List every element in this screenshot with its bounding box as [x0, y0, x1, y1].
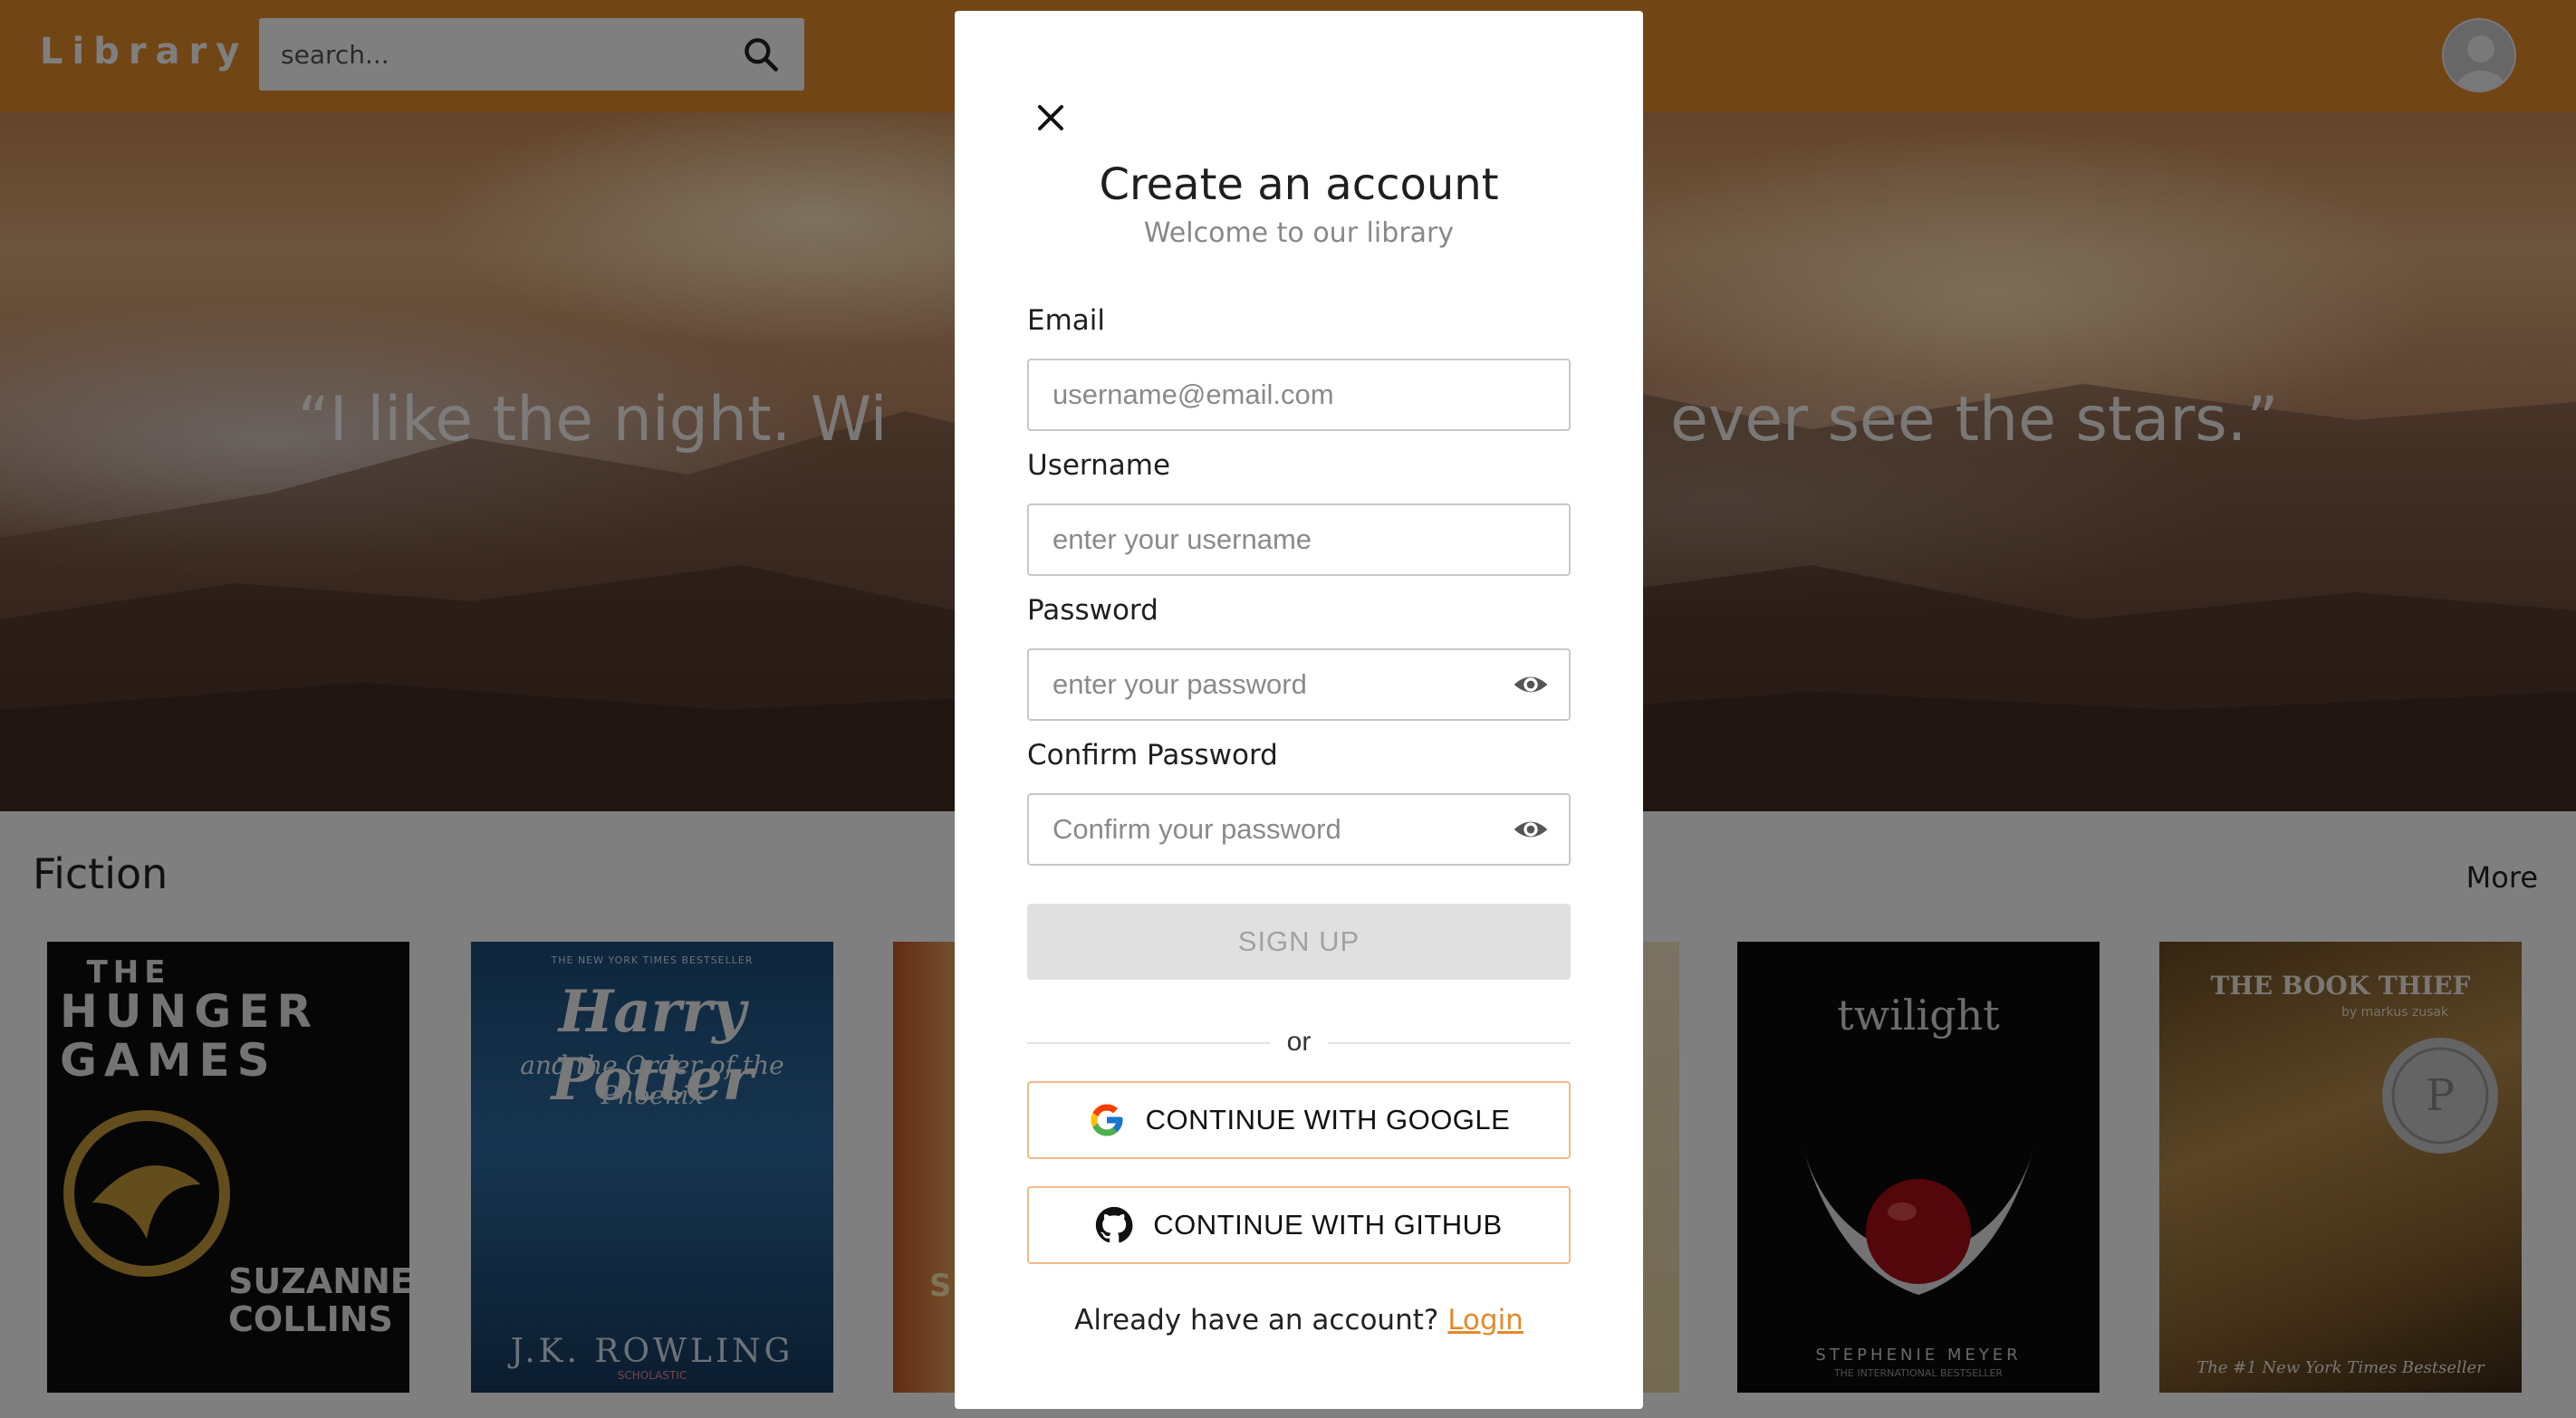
google-icon [1091, 1104, 1123, 1136]
or-divider: or [1027, 1027, 1571, 1059]
eye-icon[interactable] [1511, 666, 1551, 703]
github-icon [1096, 1206, 1133, 1243]
confirm-password-field[interactable] [1053, 795, 1505, 864]
sign-up-button[interactable]: SIGN UP [1027, 904, 1571, 980]
username-field[interactable] [1053, 505, 1505, 574]
confirm-password-label: Confirm Password [1027, 739, 1278, 771]
login-prompt-text: Already have an account? [1074, 1304, 1439, 1337]
github-button-label: CONTINUE WITH GITHUB [1153, 1209, 1503, 1241]
email-label: Email [1027, 304, 1106, 337]
modal-title: Create an account [1099, 159, 1499, 210]
google-button-label: CONTINUE WITH GOOGLE [1145, 1104, 1511, 1135]
login-link[interactable]: Login [1447, 1304, 1523, 1337]
email-field[interactable] [1053, 360, 1505, 429]
username-label: Username [1027, 449, 1171, 482]
modal-subtitle: Welcome to our library [1143, 217, 1455, 249]
password-field[interactable] [1053, 650, 1505, 719]
password-label: Password [1027, 594, 1158, 627]
signup-modal: Create an account Welcome to our library… [955, 11, 1643, 1409]
login-prompt: Already have an account? Login [955, 1304, 1643, 1337]
confirm-password-field-box [1027, 793, 1571, 866]
continue-with-github-button[interactable]: CONTINUE WITH GITHUB [1027, 1186, 1571, 1264]
divider-line-right [1328, 1042, 1571, 1044]
username-field-box [1027, 503, 1571, 576]
continue-with-google-button[interactable]: CONTINUE WITH GOOGLE [1027, 1081, 1571, 1159]
password-field-box [1027, 648, 1571, 721]
close-icon[interactable] [1027, 94, 1074, 141]
eye-icon[interactable] [1511, 811, 1551, 848]
email-field-box [1027, 359, 1571, 431]
